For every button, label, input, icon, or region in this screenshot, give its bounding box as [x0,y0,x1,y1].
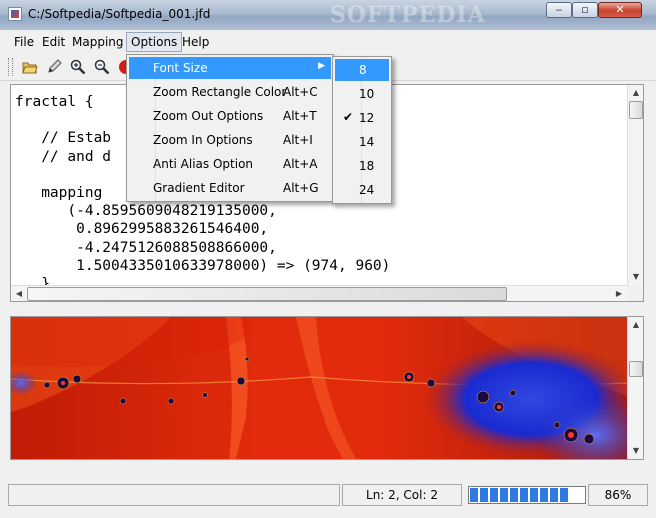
font-size-24[interactable]: 24 [335,179,389,201]
minimize-button[interactable]: ‒ [546,2,572,18]
fractal-scroll-up-icon[interactable]: ▲ [628,317,643,333]
scroll-down-arrow-icon[interactable]: ▼ [628,269,643,285]
scroll-left-arrow-icon[interactable]: ◀ [11,286,27,301]
font-size-18[interactable]: 18 [335,155,389,177]
status-panel-main [8,484,340,506]
fractal-vertical-scrollbar[interactable]: ▲ ▼ [627,317,643,459]
app-window: C:/Softpedia/Softpedia_001.jfd SOFTPEDIA… [0,0,656,518]
fractal-view[interactable]: ▲ ▼ [10,316,644,460]
editor-vscroll-thumb[interactable] [629,101,643,119]
menu-edit[interactable]: Edit [42,35,65,49]
menu-item-gradient-editor[interactable]: Gradient Editor Alt+G [129,177,331,199]
watermark: SOFTPEDIA [330,2,486,28]
menu-item-zoom-out-options[interactable]: Zoom Out Options Alt+T [129,105,331,127]
pen-icon[interactable] [46,59,62,75]
progress-percent: 86% [588,484,648,506]
fractal-scroll-down-icon[interactable]: ▼ [628,443,643,459]
menu-item-anti-alias-option[interactable]: Anti Alias Option Alt+A [129,153,331,175]
scroll-right-arrow-icon[interactable]: ▶ [611,286,627,301]
zoom-in-icon[interactable] [70,59,86,75]
menu-item-zoom-in-options[interactable]: Zoom In Options Alt+I [129,129,331,151]
status-bar: Ln: 2, Col: 2 86% [0,482,656,518]
font-size-14[interactable]: 14 [335,131,389,153]
menu-file[interactable]: File [14,35,34,49]
window-title: C:/Softpedia/Softpedia_001.jfd [28,7,211,21]
font-size-submenu: 8 10 ✔ 12 14 18 24 [332,56,392,204]
title-bar[interactable]: C:/Softpedia/Softpedia_001.jfd SOFTPEDIA… [0,0,656,30]
fractal-vscroll-thumb[interactable] [629,361,643,377]
font-size-12[interactable]: ✔ 12 [335,107,389,129]
zoom-out-icon[interactable] [94,59,110,75]
pane-splitter[interactable] [0,302,656,316]
scroll-up-arrow-icon[interactable]: ▲ [628,85,643,101]
app-icon [8,7,22,21]
progress-fill [470,488,568,502]
options-menu: Font Size ▶ Zoom Rectangle Color Alt+C Z… [126,54,334,202]
font-size-10[interactable]: 10 [335,83,389,105]
progress-bar [468,486,586,504]
font-size-8[interactable]: 8 [335,59,389,81]
editor-horizontal-scrollbar[interactable]: ◀ ▶ [11,285,627,301]
menu-mapping[interactable]: Mapping [72,35,124,49]
fractal-image[interactable] [11,317,629,459]
editor-hscroll-thumb[interactable] [27,287,507,301]
menu-options[interactable]: Options [126,32,183,52]
close-button[interactable]: ✕ [598,2,642,18]
open-folder-icon[interactable] [22,59,38,75]
menu-item-font-size[interactable]: Font Size ▶ [129,57,331,79]
submenu-arrow-icon: ▶ [318,61,325,71]
toolbar-grip[interactable] [8,58,13,76]
scroll-corner [627,285,643,301]
cursor-position: Ln: 2, Col: 2 [342,484,462,506]
menu-bar: File Edit Mapping Options Help [0,30,656,54]
menu-item-zoom-rectangle-color[interactable]: Zoom Rectangle Color Alt+C [129,81,331,103]
maximize-button[interactable]: ▫ [572,2,598,18]
editor-vertical-scrollbar[interactable]: ▲ ▼ [627,85,643,285]
menu-help[interactable]: Help [182,35,209,49]
check-icon: ✔ [343,110,354,124]
